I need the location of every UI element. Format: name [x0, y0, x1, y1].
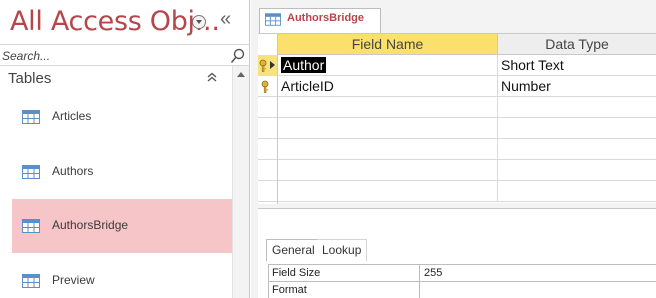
row-selector[interactable] [258, 160, 278, 181]
document-area: AuthorsBridge Field Name Data Type Autho… [251, 0, 656, 298]
nav-scrollbar[interactable] [232, 66, 249, 298]
nav-pane-title[interactable]: All Access Obj... [10, 6, 220, 37]
field-row-empty[interactable] [258, 181, 656, 202]
nav-menu-dropdown-icon[interactable] [192, 15, 206, 29]
search-input[interactable] [2, 47, 224, 64]
row-selector[interactable] [258, 181, 278, 202]
data-type-cell[interactable]: Short Text [498, 55, 656, 76]
nav-item-preview[interactable]: Preview [12, 254, 232, 298]
scroll-up-arrow-icon[interactable] [237, 72, 245, 77]
tab-general[interactable]: General [266, 239, 321, 261]
nav-header: All Access Obj... « [0, 0, 250, 44]
field-name-cell[interactable]: ArticleID [278, 76, 498, 97]
field-name-cell[interactable] [278, 181, 498, 202]
property-value[interactable]: 255 [420, 265, 656, 282]
data-type-cell[interactable] [498, 160, 656, 181]
nav-item-label: AuthorsBridge [52, 218, 129, 232]
data-type-cell[interactable] [498, 181, 656, 202]
tab-lookup[interactable]: Lookup [317, 239, 368, 261]
row-selector[interactable] [258, 76, 278, 97]
field-row-empty[interactable] [258, 139, 656, 160]
field-name-cell[interactable] [278, 118, 498, 139]
tab-label: AuthorsBridge [287, 12, 364, 24]
nav-item-articles[interactable]: Articles [12, 90, 232, 144]
current-row-pointer-icon [270, 61, 275, 69]
property-value[interactable] [420, 282, 656, 298]
nav-item-label: Articles [52, 109, 92, 123]
field-row-empty[interactable] [258, 97, 656, 118]
table-icon [22, 165, 40, 179]
collapse-pane-icon[interactable]: « [220, 8, 231, 30]
field-row-articleid[interactable]: ArticleID Number [258, 76, 656, 97]
field-name-header[interactable]: Field Name [278, 34, 498, 55]
table-icon [22, 274, 40, 288]
field-name-value[interactable]: Author [281, 57, 327, 73]
row-selector[interactable] [258, 97, 278, 118]
search-bar [0, 44, 250, 66]
field-properties-panel: General Lookup Field Size 255 Format [258, 208, 656, 298]
data-type-cell[interactable]: Number [498, 76, 656, 97]
table-icon [22, 110, 40, 124]
table-list: Articles Authors AuthorsBridge Preview [0, 90, 232, 298]
nav-item-authors[interactable]: Authors [12, 145, 232, 199]
properties-table: Field Size 255 Format [268, 264, 656, 298]
row-selector[interactable] [258, 139, 278, 160]
collapse-group-icon[interactable] [206, 71, 218, 86]
primary-key-icon [261, 80, 269, 93]
nav-item-label: Authors [52, 164, 94, 178]
table-icon [265, 13, 281, 26]
search-icon[interactable] [230, 48, 245, 64]
field-name-cell[interactable]: Author [278, 55, 498, 76]
data-type-cell[interactable] [498, 118, 656, 139]
field-row-empty[interactable] [258, 160, 656, 181]
field-row-author[interactable]: Author Short Text [258, 55, 656, 76]
tab-authorsbridge[interactable]: AuthorsBridge [259, 8, 381, 33]
nav-item-label: Preview [52, 273, 95, 287]
row-selector[interactable] [258, 118, 278, 139]
field-name-cell[interactable] [278, 97, 498, 118]
nav-item-authorsbridge[interactable]: AuthorsBridge [12, 199, 232, 253]
field-name-cell[interactable] [278, 160, 498, 181]
field-row-empty[interactable] [258, 118, 656, 139]
property-name: Field Size [268, 265, 420, 282]
data-type-cell[interactable] [498, 97, 656, 118]
table-design-grid: Field Name Data Type Author Short Text A… [258, 33, 656, 204]
property-row-field-size[interactable]: Field Size 255 [268, 265, 656, 282]
property-name: Format [268, 282, 420, 298]
navigation-pane: All Access Obj... « Tables Article [0, 0, 250, 298]
data-type-cell[interactable] [498, 139, 656, 160]
data-type-header[interactable]: Data Type [498, 34, 656, 55]
group-label: Tables [8, 70, 52, 87]
table-icon [22, 219, 40, 233]
row-selector[interactable] [258, 55, 278, 76]
property-row-format[interactable]: Format [268, 282, 656, 298]
field-name-cell[interactable] [278, 139, 498, 160]
